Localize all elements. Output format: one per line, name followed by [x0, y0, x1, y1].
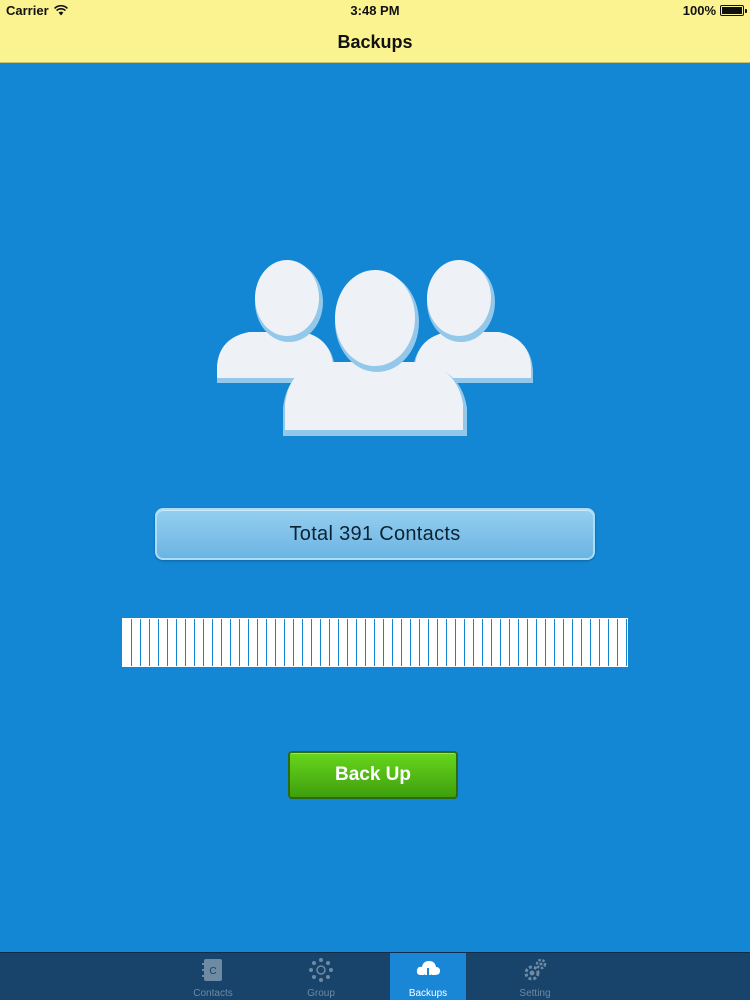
navigation-bar: Backups [0, 22, 750, 63]
status-bar: Carrier 3:48 PM 100% [0, 0, 750, 22]
page-title: Backups [337, 31, 413, 52]
tab-contacts[interactable]: C Contacts [175, 953, 251, 1000]
battery-icon [720, 5, 747, 16]
main-content: Total 391 Contacts Back Up [0, 63, 750, 952]
backup-progress-bar [122, 618, 628, 667]
people-group-icon [217, 260, 533, 436]
total-contacts-label: Total 391 Contacts [155, 508, 595, 560]
tab-bar: C Contacts Group Backups Setting [0, 952, 750, 1000]
gears-icon [524, 958, 547, 981]
svg-text:C: C [209, 966, 216, 977]
tab-setting[interactable]: Setting [497, 953, 573, 1000]
back-up-button[interactable]: Back Up [288, 751, 458, 799]
cloud-download-icon [416, 961, 440, 981]
tab-label-contacts: Contacts [193, 988, 233, 999]
contacts-book-icon: C [202, 959, 222, 981]
status-time: 3:48 PM [350, 3, 400, 18]
tab-label-backups: Backups [408, 988, 448, 999]
group-network-icon [309, 958, 333, 982]
tab-group[interactable]: Group [283, 953, 359, 1000]
battery-percent: 100% [682, 3, 716, 18]
tab-backups[interactable]: Backups [390, 953, 466, 1000]
tab-label-group: Group [307, 988, 335, 999]
tab-label-setting: Setting [519, 988, 551, 999]
status-right: 100% [682, 3, 747, 18]
